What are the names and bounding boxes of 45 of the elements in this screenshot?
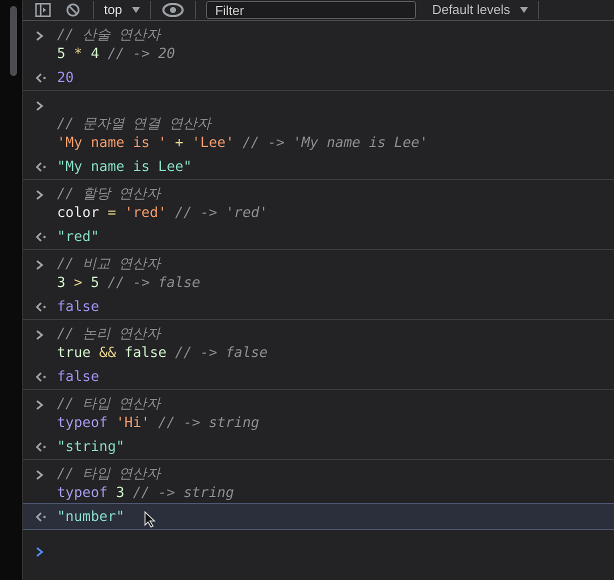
caret-icon bbox=[132, 7, 140, 13]
code-line: // 할당 연산자 bbox=[57, 185, 162, 204]
return-icon bbox=[35, 512, 47, 522]
prompt-icon bbox=[36, 470, 44, 480]
result-value: false bbox=[57, 368, 100, 384]
result-value: "red" bbox=[57, 228, 100, 244]
scrollbar-thumb[interactable] bbox=[10, 6, 17, 76]
return-icon bbox=[35, 72, 47, 82]
result-value: "number" bbox=[57, 508, 124, 524]
prompt-icon bbox=[36, 330, 44, 340]
code-line: // 논리 연산자 bbox=[57, 325, 162, 344]
sidebar-icon[interactable] bbox=[33, 3, 53, 17]
code-line: // 문자열 연결 연산자 bbox=[57, 115, 213, 134]
prompt-icon bbox=[36, 190, 44, 200]
result-value: "string" bbox=[57, 438, 124, 454]
code-line: true && false // -> false bbox=[57, 344, 268, 363]
code-line: typeof 3 // -> string bbox=[57, 484, 234, 503]
return-icon bbox=[35, 302, 47, 312]
levels-dropdown[interactable]: Default levels bbox=[432, 2, 510, 18]
mouse-cursor-icon bbox=[144, 511, 156, 528]
code-line: typeof 'Hi' // -> string bbox=[57, 414, 260, 433]
caret-icon bbox=[520, 7, 528, 13]
return-icon bbox=[35, 162, 47, 172]
return-icon bbox=[35, 442, 47, 452]
code-line: // 산술 연산자 bbox=[57, 26, 162, 45]
code-line: // 타입 연산자 bbox=[57, 395, 162, 414]
code-line: // 비교 연산자 bbox=[57, 255, 162, 274]
result-value: false bbox=[57, 298, 100, 314]
code-line: // 타입 연산자 bbox=[57, 465, 162, 484]
code-line: 'My name is ' + 'Lee' // -> 'My name is Lee' bbox=[57, 134, 428, 153]
return-icon bbox=[35, 232, 47, 242]
code-line: color = 'red' // -> 'red' bbox=[57, 204, 268, 223]
code-line: 3 > 5 // -> false bbox=[57, 274, 200, 293]
eye-icon[interactable] bbox=[161, 3, 186, 17]
prompt-icon bbox=[36, 260, 44, 270]
code-line: 5 * 4 // -> 20 bbox=[57, 45, 176, 64]
return-icon bbox=[35, 372, 47, 382]
filter-field[interactable]: Filter bbox=[206, 1, 416, 19]
prompt-icon bbox=[36, 400, 44, 410]
result-value: "My name is Lee" bbox=[57, 158, 192, 174]
prompt-icon bbox=[36, 31, 44, 41]
context-dropdown[interactable]: top bbox=[104, 2, 122, 18]
prompt-icon bbox=[36, 547, 44, 557]
prompt-icon bbox=[36, 101, 44, 111]
result-value: 20 bbox=[57, 70, 74, 86]
